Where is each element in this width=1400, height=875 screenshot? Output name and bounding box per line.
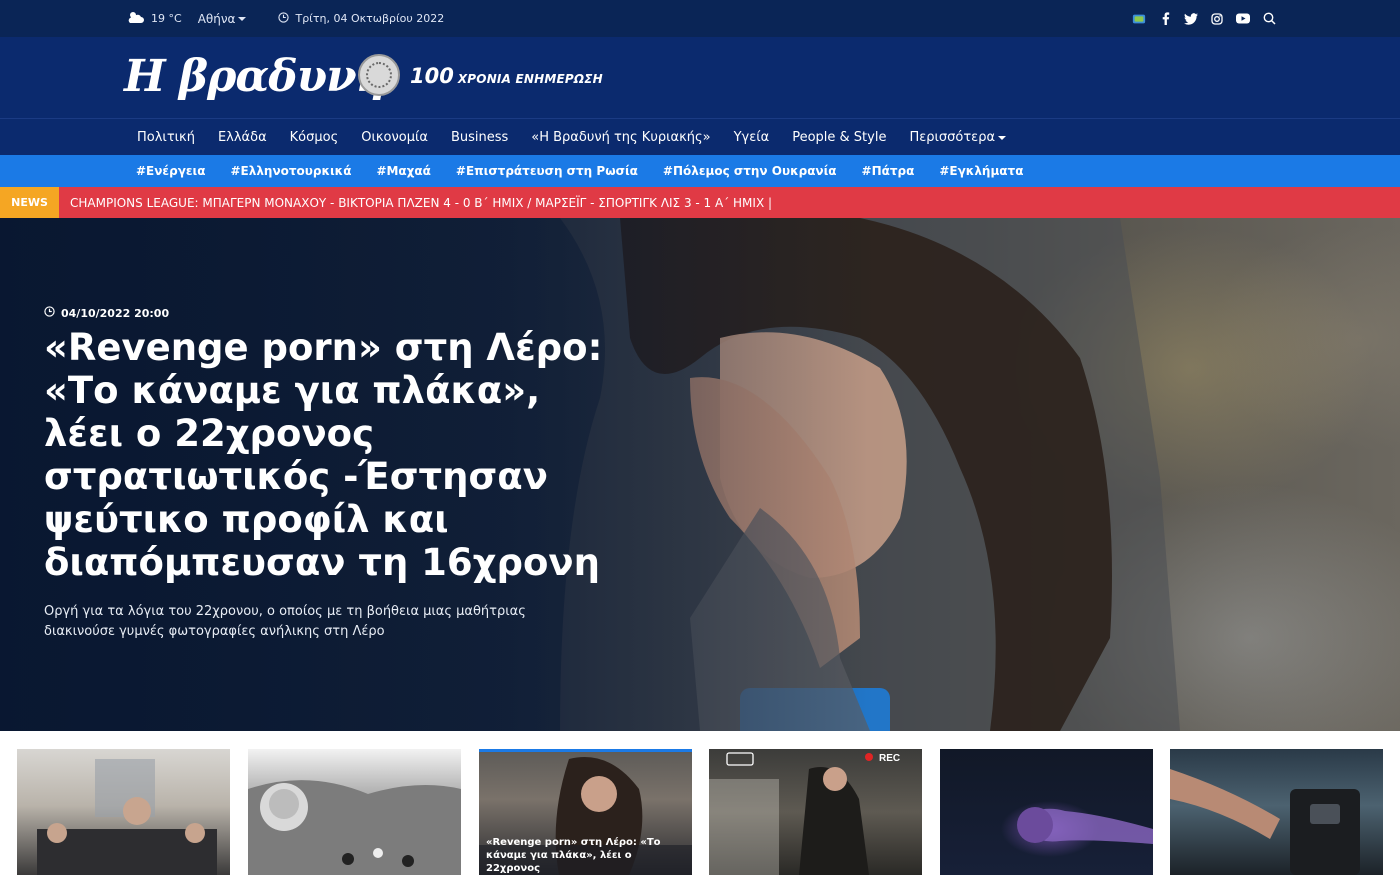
hero-subtitle: Οργή για τα λόγια του 22χρονου, ο οποίος… (44, 604, 526, 639)
trending-tags-bar: #Ενέργεια #Ελληνοτουρκικά #Μαχαά #Επιστρ… (0, 155, 1400, 187)
tag-energy[interactable]: #Ενέργεια (136, 164, 205, 178)
tagline: 100 ΧΡΟΝΙΑ ΕΝΗΜΕΡΩΣΗ (410, 64, 603, 88)
nav-item-politics[interactable]: Πολιτική (137, 130, 195, 145)
current-date: Τρίτη, 04 Οκτωβρίου 2022 (278, 11, 445, 26)
facebook-icon[interactable] (1158, 12, 1172, 26)
tag-crimes[interactable]: #Εγκλήματα (939, 164, 1023, 178)
top-bar-info: 19 °C Αθήνα Τρίτη, 04 Οκτωβρίου 2022 (127, 0, 444, 37)
tagline-text: ΧΡΟΝΙΑ ΕΝΗΜΕΡΩΣΗ (457, 72, 603, 86)
card-image (1170, 769, 1360, 875)
news-ticker: NEWS CHAMPIONS LEAGUE: ΜΠΑΓΕΡΝ ΜΟΝΑΧΟΥ -… (0, 187, 1400, 218)
article-cards-row: «Revenge porn» στη Λέρο: «Το κάναμε για … (0, 731, 1400, 875)
site-header: Η βραδυνή 100 ΧΡΟΝΙΑ ΕΝΗΜΕΡΩΣΗ (0, 37, 1400, 118)
card-image: REC (709, 752, 900, 875)
tag-russia-mobilization[interactable]: #Επιστράτευση στη Ρωσία (456, 164, 638, 178)
hero-datetime-text: 04/10/2022 20:00 (61, 306, 170, 320)
youtube-icon[interactable] (1236, 12, 1250, 26)
article-card[interactable] (17, 749, 230, 875)
tagline-number: 100 (410, 64, 454, 88)
article-card[interactable] (1170, 749, 1383, 875)
nav-item-greece[interactable]: Ελλάδα (218, 130, 267, 145)
nav-item-world[interactable]: Κόσμος (290, 130, 339, 145)
nav-more-label: Περισσότερα (909, 130, 996, 145)
date-text: Τρίτη, 04 Οκτωβρίου 2022 (295, 12, 445, 25)
article-card[interactable] (248, 749, 461, 875)
gb-flag-icon[interactable] (1132, 12, 1146, 26)
nav-item-people-style[interactable]: People & Style (792, 130, 886, 145)
article-card[interactable]: REC (709, 749, 922, 875)
top-bar: 19 °C Αθήνα Τρίτη, 04 Οκτωβρίου 2022 (0, 0, 1400, 37)
instagram-icon[interactable] (1210, 12, 1224, 26)
weather-widget: 19 °C (127, 10, 182, 27)
tag-greek-turkish[interactable]: #Ελληνοτουρκικά (230, 164, 351, 178)
clock-icon (278, 11, 290, 26)
search-icon[interactable] (1262, 12, 1276, 26)
clock-icon (44, 306, 55, 320)
ticker-text[interactable]: CHAMPIONS LEAGUE: ΜΠΑΓΕΡΝ ΜΟΝΑΧΟΥ - ΒΙΚΤ… (70, 187, 772, 218)
social-links (1132, 0, 1276, 37)
article-card[interactable] (940, 749, 1153, 875)
caret-down-icon (238, 16, 247, 21)
hero-article[interactable]: 04/10/2022 20:00 «Revenge porn» στη Λέρο… (0, 218, 1400, 731)
svg-text:REC: REC (879, 753, 900, 764)
nav-item-sunday-edition[interactable]: «Η Βραδυνή της Κυριακής» (531, 130, 710, 145)
caret-down-icon (998, 135, 1007, 140)
seal-emblem-icon (358, 54, 400, 96)
logo-text: Η βραδυνή (124, 51, 388, 102)
hero-title[interactable]: «Revenge porn» στη Λέρο: «Το κάναμε για … (44, 326, 604, 584)
card-image (37, 759, 217, 875)
card-caption: «Revenge porn» στη Λέρο: «Το κάναμε για … (486, 837, 661, 874)
city-label: Αθήνα (197, 11, 236, 26)
tag-machaa[interactable]: #Μαχαά (376, 164, 430, 178)
main-navigation: Πολιτική Ελλάδα Κόσμος Οικονομία Busines… (0, 118, 1400, 155)
nav-item-economy[interactable]: Οικονομία (361, 130, 428, 145)
tag-patra[interactable]: #Πάτρα (862, 164, 915, 178)
nav-item-business[interactable]: Business (451, 130, 508, 145)
news-label: NEWS (0, 187, 59, 218)
tag-ukraine-war[interactable]: #Πόλεμος στην Ουκρανία (663, 164, 837, 178)
article-card[interactable]: «Revenge porn» στη Λέρο: «Το κάναμε για … (479, 749, 692, 875)
weather-cloud-icon (127, 10, 145, 27)
card-image (248, 780, 461, 875)
nav-item-more[interactable]: Περισσότερα (909, 130, 1007, 145)
nav-item-health[interactable]: Υγεία (734, 130, 770, 145)
site-logo[interactable]: Η βραδυνή (124, 51, 388, 103)
hero-datetime: 04/10/2022 20:00 (44, 306, 169, 320)
twitter-icon[interactable] (1184, 12, 1198, 26)
temperature: 19 °C (151, 12, 182, 25)
city-selector[interactable]: Αθήνα (198, 12, 247, 26)
card-image (1017, 807, 1153, 844)
